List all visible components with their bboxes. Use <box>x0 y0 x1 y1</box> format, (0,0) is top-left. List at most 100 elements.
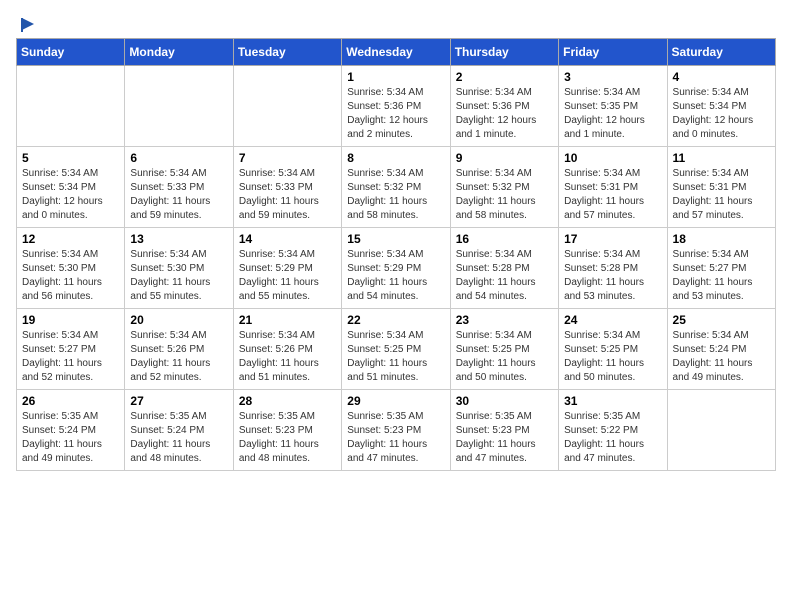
day-number: 4 <box>673 70 770 84</box>
page-header <box>16 16 776 30</box>
daylight-hours-label: Daylight: 11 hours <box>239 439 319 450</box>
sun-info: Sunrise: 5:34 AM <box>130 168 206 179</box>
day-number: 3 <box>564 70 661 84</box>
daylight-hours-label: Daylight: 11 hours <box>673 277 753 288</box>
daylight-hours-label: Daylight: 11 hours <box>239 196 319 207</box>
calendar-cell: 12 Sunrise: 5:34 AMSunset: 5:30 PMDayligh… <box>17 228 125 309</box>
sun-info: and 47 minutes. <box>347 453 418 464</box>
calendar-cell: 23 Sunrise: 5:34 AMSunset: 5:25 PMDayligh… <box>450 309 558 390</box>
daylight-hours-label: Daylight: 11 hours <box>347 277 427 288</box>
day-info: Sunrise: 5:34 AMSunset: 5:28 PMDaylight:… <box>564 248 661 304</box>
calendar-cell: 30Sunrise: 5:35 AMSunset: 5:23 PMDayligh… <box>450 390 558 471</box>
day-info: Sunrise: 5:34 AMSunset: 5:30 PMDaylight:… <box>130 248 227 304</box>
day-info: Sunrise: 5:34 AMSunset: 5:30 PMDaylight:… <box>22 248 119 304</box>
sun-info: Sunset: 5:25 PM <box>456 344 530 355</box>
sun-info: Sunrise: 5:34 AM <box>239 330 315 341</box>
day-info: Sunrise: 5:34 AM Sunset: 5:28 PM Daylight:… <box>456 248 553 304</box>
day-info: Sunrise: 5:34 AMSunset: 5:34 PMDaylight:… <box>673 86 770 142</box>
daylight-hours-label: Daylight: 11 hours <box>673 358 753 369</box>
day-number: 22 <box>347 313 444 327</box>
sun-info: Sunrise: 5:34 AM <box>456 168 532 179</box>
sun-info: Sunset: 5:23 PM <box>239 425 313 436</box>
sun-info: Sunset: 5:24 PM <box>673 344 747 355</box>
calendar-cell: 1Sunrise: 5:34 AMSunset: 5:36 PMDaylight… <box>342 66 450 147</box>
sun-info: Sunrise: 5:34 AM <box>347 87 423 98</box>
sun-info: Sunrise: 5:34 AM <box>347 168 423 179</box>
week-row-2: 5Sunrise: 5:34 AMSunset: 5:34 PMDaylight… <box>17 147 776 228</box>
sun-info: Sunset: 5:24 PM <box>22 425 96 436</box>
sun-info: Sunrise: 5:35 AM <box>564 411 640 422</box>
header-row: SundayMondayTuesdayWednesdayThursdayFrid… <box>17 39 776 66</box>
calendar-cell: 4 Sunrise: 5:34 AMSunset: 5:34 PMDaylight… <box>667 66 775 147</box>
calendar-cell: 14 Sunrise: 5:34 AMSunset: 5:29 PMDayligh… <box>233 228 341 309</box>
sun-info: Sunrise: 5:35 AM <box>130 411 206 422</box>
sun-info: and 55 minutes. <box>130 291 201 302</box>
calendar-cell: 3Sunrise: 5:34 AMSunset: 5:35 PMDaylight… <box>559 66 667 147</box>
daylight-hours-label: Daylight: 11 hours <box>130 277 210 288</box>
daylight-hours-label: Daylight: 11 hours <box>347 196 427 207</box>
sun-info: Sunset: 5:28 PM <box>456 263 530 274</box>
sun-info: and 54 minutes. <box>456 291 527 302</box>
sun-info: Sunset: 5:31 PM <box>564 182 638 193</box>
calendar-cell: 31Sunrise: 5:35 AMSunset: 5:22 PMDayligh… <box>559 390 667 471</box>
day-number: 11 <box>673 151 770 165</box>
col-header-friday: Friday <box>559 39 667 66</box>
day-info: Sunrise: 5:34 AMSunset: 5:33 PMDaylight:… <box>239 167 336 223</box>
daylight-hours-label: Daylight: 11 hours <box>130 196 210 207</box>
calendar-cell: 10Sunrise: 5:34 AMSunset: 5:31 PMDayligh… <box>559 147 667 228</box>
sun-info: and 0 minutes. <box>22 210 88 221</box>
sun-info: and 48 minutes. <box>130 453 201 464</box>
calendar-cell: 20Sunrise: 5:34 AMSunset: 5:26 PMDayligh… <box>125 309 233 390</box>
sun-info: Sunrise: 5:34 AM <box>564 87 640 98</box>
day-number: 30 <box>456 394 553 408</box>
sun-info: Sunrise: 5:35 AM <box>22 411 98 422</box>
logo-flag-icon <box>18 16 36 34</box>
daylight-hours-label: Daylight: 11 hours <box>130 358 210 369</box>
day-info: Sunrise: 5:34 AMSunset: 5:25 PMDaylight:… <box>456 329 553 385</box>
daylight-hours-label: Daylight: 11 hours <box>564 196 644 207</box>
day-number: 1 <box>347 70 444 84</box>
sun-info: and 54 minutes. <box>347 291 418 302</box>
sun-info: Sunrise: 5:34 AM <box>22 168 98 179</box>
daylight-hours-label: Daylight: 11 hours <box>22 358 102 369</box>
day-number: 6 <box>130 151 227 165</box>
calendar-cell: 29Sunrise: 5:35 AMSunset: 5:23 PMDayligh… <box>342 390 450 471</box>
calendar-cell: 21Sunrise: 5:34 AMSunset: 5:26 PMDayligh… <box>233 309 341 390</box>
sun-info: Sunrise: 5:34 AM <box>564 330 640 341</box>
day-info: Sunrise: 5:34 AMSunset: 5:29 PMDaylight:… <box>239 248 336 304</box>
sun-info: and 53 minutes. <box>673 291 744 302</box>
day-number: 19 <box>22 313 119 327</box>
sun-info: Sunset: 5:35 PM <box>564 101 638 112</box>
daylight-hours-label: Daylight: 11 hours <box>456 277 536 288</box>
sun-info: Sunrise: 5:34 AM <box>130 249 206 260</box>
sun-info: Sunrise: 5:34 AM <box>456 87 532 98</box>
day-number: 12 <box>22 232 119 246</box>
sun-info: Sunset: 5:32 PM <box>347 182 421 193</box>
calendar-cell: 13Sunrise: 5:34 AMSunset: 5:30 PMDayligh… <box>125 228 233 309</box>
week-row-4: 19 Sunrise: 5:34 AM Sunset: 5:27 PM Dayligh… <box>17 309 776 390</box>
day-number: 26 <box>22 394 119 408</box>
daylight-hours-label: Daylight: 11 hours <box>347 439 427 450</box>
day-number: 10 <box>564 151 661 165</box>
sun-info: Sunset: 5:25 PM <box>347 344 421 355</box>
day-number: 27 <box>130 394 227 408</box>
day-info: Sunrise: 5:34 AMSunset: 5:26 PMDaylight:… <box>239 329 336 385</box>
sun-info: Sunset: 5:27 PM <box>22 344 96 355</box>
day-number: 23 <box>456 313 553 327</box>
daylight-hours-label: Daylight: 11 hours <box>239 277 319 288</box>
daylight-hours-label: Daylight: 11 hours <box>22 439 102 450</box>
day-info: Sunrise: 5:34 AMSunset: 5:32 PMDaylight:… <box>456 167 553 223</box>
col-header-tuesday: Tuesday <box>233 39 341 66</box>
sun-info: and 48 minutes. <box>239 453 310 464</box>
day-number: 14 <box>239 232 336 246</box>
sun-info: and 57 minutes. <box>564 210 635 221</box>
day-number: 24 <box>564 313 661 327</box>
day-number: 17 <box>564 232 661 246</box>
calendar-cell: 5Sunrise: 5:34 AMSunset: 5:34 PMDaylight… <box>17 147 125 228</box>
calendar-cell: 16Sunrise: 5:34 AMSunset: 5:28 PMDayligh… <box>450 228 558 309</box>
daylight-hours-label: Daylight: 11 hours <box>456 358 536 369</box>
sun-info: Sunrise: 5:34 AM <box>456 249 532 260</box>
sun-info: and 0 minutes. <box>673 129 739 140</box>
sun-info: and 47 minutes. <box>456 453 527 464</box>
sun-info: Sunrise: 5:34 AM <box>564 249 640 260</box>
